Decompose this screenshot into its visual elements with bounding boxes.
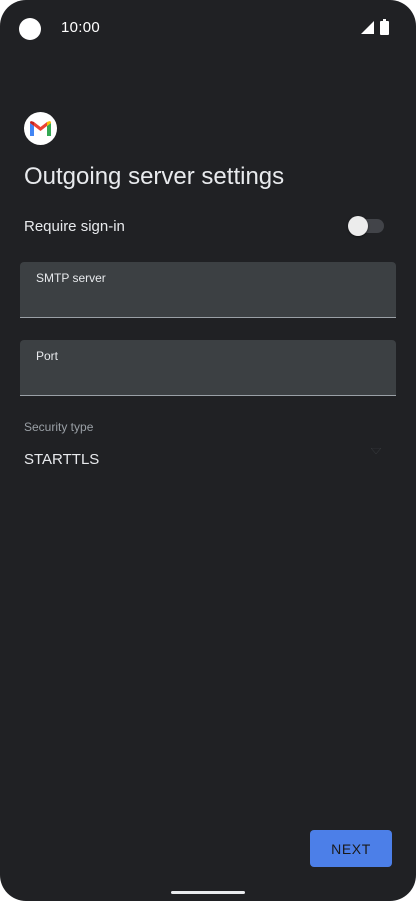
home-indicator[interactable] (171, 891, 245, 894)
security-type-value: STARTTLS (24, 451, 100, 468)
port-input[interactable] (36, 366, 376, 388)
signal-icon (361, 21, 374, 34)
smtp-server-input[interactable] (36, 288, 376, 310)
require-signin-toggle[interactable] (348, 216, 384, 236)
security-type-label: Security type (24, 420, 94, 434)
smtp-server-label: SMTP server (36, 271, 106, 285)
phone-screen: 10:00 Outgoing server settings Require s… (0, 0, 416, 901)
gmail-m-icon (30, 121, 51, 136)
port-label: Port (36, 349, 59, 363)
camera-cutout (19, 18, 41, 40)
require-signin-row: Require sign-in (24, 210, 384, 242)
smtp-server-field[interactable]: SMTP server (20, 262, 396, 318)
gmail-logo (24, 112, 57, 145)
battery-icon (380, 19, 389, 35)
security-type-dropdown[interactable]: STARTTLS (24, 444, 386, 474)
dropdown-arrow-icon (371, 448, 381, 454)
page-title: Outgoing server settings (24, 163, 285, 190)
status-bar: 10:00 (0, 0, 416, 58)
require-signin-label: Require sign-in (24, 218, 125, 235)
port-field[interactable]: Port (20, 340, 396, 396)
toggle-thumb (348, 216, 368, 236)
next-button[interactable]: NEXT (310, 830, 392, 867)
status-time: 10:00 (61, 19, 101, 36)
